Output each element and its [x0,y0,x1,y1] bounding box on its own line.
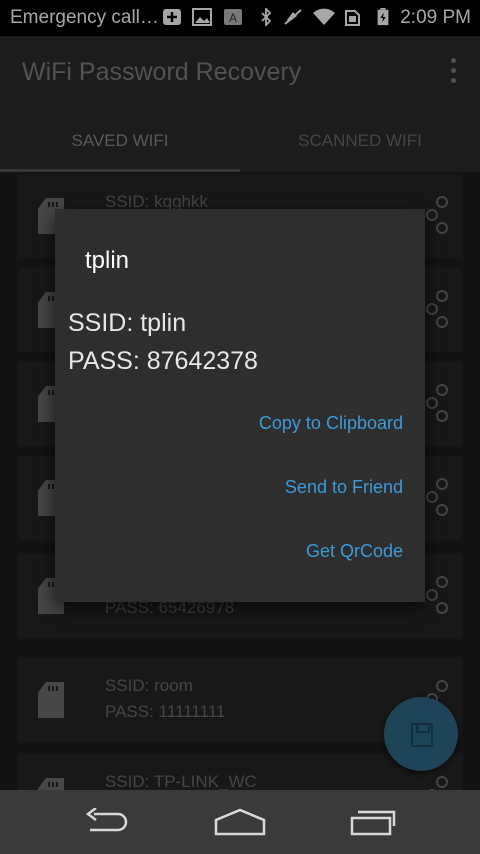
recents-icon[interactable] [350,808,398,836]
home-icon[interactable] [214,808,266,836]
get-qrcode-button[interactable]: Get QrCode [306,541,403,562]
dialog-pass: PASS: 87642378 [68,347,258,375]
wifi-detail-dialog: tplin SSID: tplin PASS: 87642378 Copy to… [55,209,425,602]
dialog-ssid: SSID: tplin [68,309,187,337]
copy-to-clipboard-button[interactable]: Copy to Clipboard [259,413,403,434]
dialog-title: tplin [85,247,130,274]
send-to-friend-button[interactable]: Send to Friend [285,477,403,498]
back-icon[interactable] [84,808,130,836]
navigation-bar [0,790,480,854]
